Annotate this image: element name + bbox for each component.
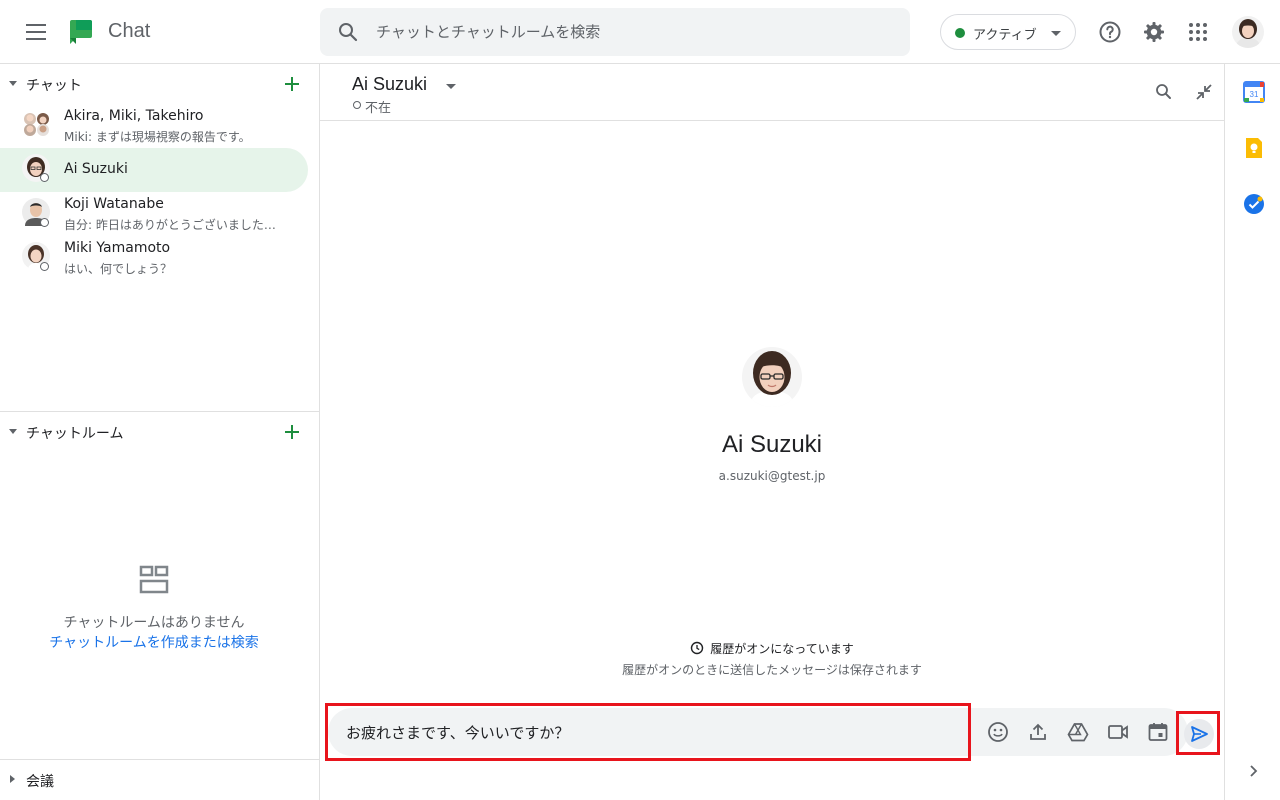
section-divider — [0, 411, 320, 412]
chevron-down-icon[interactable] — [446, 84, 456, 89]
meetings-section-header[interactable]: 会議 — [0, 762, 320, 798]
presence-away-icon — [40, 218, 49, 227]
keep-app-icon[interactable] — [1243, 137, 1265, 159]
chat-item-name: Koji Watanabe — [64, 196, 164, 212]
conversation-pane: Ai Suzuki 不在 Ai Suzuki a.suzuki@gtest.jp… — [320, 64, 1224, 800]
emoji-icon[interactable] — [986, 720, 1010, 744]
account-avatar[interactable] — [1232, 16, 1264, 48]
chat-item-name: Akira, Miki, Takehiro — [64, 108, 204, 124]
meetings-section-title: 会議 — [26, 774, 54, 790]
chat-item-preview: Miki: まずは現場視察の報告です。 — [64, 130, 251, 144]
app-name: Chat — [108, 20, 151, 42]
presence-away-icon — [40, 173, 49, 182]
create-room-link[interactable]: チャットルームを作成または検索 — [0, 632, 308, 652]
profile-email: a.suzuki@gtest.jp — [718, 469, 826, 483]
rooms-empty-icon — [139, 565, 169, 594]
history-subtext: 履歴がオンのときに送信したメッセージは保存されます — [622, 663, 922, 677]
add-room-plus-icon[interactable] — [280, 420, 304, 444]
history-clock-icon — [691, 641, 704, 655]
history-notice: 履歴がオンになっています — [320, 640, 1224, 657]
chats-section-header[interactable]: チャット — [0, 66, 320, 102]
chat-app: Chat アクティブ — [0, 0, 1280, 800]
top-header: Chat アクティブ — [0, 0, 1280, 64]
chat-item-ai-suzuki[interactable]: Ai Suzuki — [0, 148, 308, 192]
search-icon[interactable] — [1154, 82, 1174, 102]
settings-gear-icon[interactable] — [1142, 20, 1166, 44]
rooms-section-header[interactable]: チャットルーム — [0, 414, 320, 450]
video-meeting-icon[interactable] — [1106, 720, 1130, 744]
group-avatar — [24, 113, 49, 136]
status-dot — [955, 28, 965, 38]
status-label: アクティブ — [973, 28, 1037, 43]
collapse-caret-icon[interactable] — [9, 429, 17, 434]
chat-item-miki-yamamoto[interactable]: Miki Yamamoto はい、何でしょう？ — [0, 236, 308, 280]
chat-item-koji-watanabe[interactable]: Koji Watanabe 自分: 昨日はありがとうございました… — [0, 192, 308, 236]
chevron-right-icon[interactable] — [1244, 762, 1262, 780]
calendar-app-icon[interactable]: 31 — [1243, 81, 1265, 103]
presence-away-icon — [40, 262, 49, 271]
chat-logo-icon — [70, 20, 92, 44]
help-icon[interactable] — [1098, 20, 1122, 44]
apps-grid-icon[interactable] — [1186, 20, 1210, 44]
profile-name: Ai Suzuki — [721, 431, 823, 458]
presence-away-icon — [353, 101, 361, 109]
side-panel-rail: 31 — [1224, 64, 1280, 800]
chat-item-name: Ai Suzuki — [64, 161, 128, 177]
chats-section-title: チャット — [26, 78, 82, 94]
search-bar[interactable] — [320, 8, 910, 56]
add-chat-plus-icon[interactable] — [280, 72, 304, 96]
calendar-icon[interactable] — [1146, 720, 1170, 744]
profile-avatar — [742, 347, 802, 407]
rooms-empty-text: チャットルームはありません — [63, 615, 245, 631]
calendar-date: 31 — [1250, 90, 1259, 99]
section-divider — [0, 759, 320, 760]
search-input[interactable] — [376, 8, 896, 56]
conversation-title[interactable]: Ai Suzuki — [352, 74, 427, 95]
upload-icon[interactable] — [1026, 720, 1050, 744]
chat-item-group[interactable]: Akira, Miki, Takehiro Miki: まずは現場視察の報告です… — [0, 104, 308, 148]
left-sidebar: チャット Akira, Miki, Takehiro Miki: まずは現場視察… — [0, 64, 320, 800]
expand-caret-icon[interactable] — [10, 775, 15, 783]
send-highlight-box — [1176, 711, 1220, 755]
tasks-app-icon[interactable] — [1243, 193, 1265, 215]
compose-highlight-box — [325, 703, 971, 761]
drive-icon[interactable] — [1066, 720, 1090, 744]
search-icon[interactable] — [336, 20, 360, 44]
chat-item-preview: はい、何でしょう？ — [64, 262, 173, 276]
status-dropdown[interactable]: アクティブ — [940, 14, 1076, 50]
main-menu-icon[interactable] — [20, 20, 52, 44]
collapse-caret-icon[interactable] — [9, 81, 17, 86]
chevron-down-icon — [1051, 31, 1061, 36]
minimize-icon[interactable] — [1194, 82, 1214, 102]
history-title: 履歴がオンになっています — [710, 642, 854, 656]
conversation-status: 不在 — [365, 101, 392, 116]
chat-item-name: Miki Yamamoto — [64, 240, 171, 256]
rooms-section-title: チャットルーム — [26, 426, 124, 442]
conversation-header: Ai Suzuki 不在 — [320, 64, 1224, 121]
chat-item-preview: 自分: 昨日はありがとうございました… — [64, 218, 276, 232]
